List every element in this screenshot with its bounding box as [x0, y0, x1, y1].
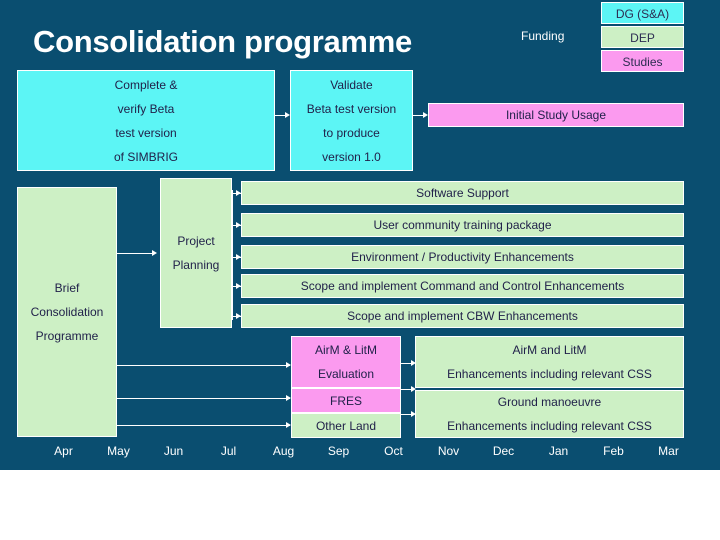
connector-line [117, 253, 155, 254]
connector-line [117, 398, 290, 399]
box-airm-litm-enhancements: AirM and LitM Enhancements including rel… [415, 336, 684, 388]
legend-item-dep: DEP [601, 26, 684, 48]
month-label-aug: Aug [272, 444, 295, 458]
page-title: Consolidation programme [33, 24, 412, 59]
month-label-jul: Jul [220, 444, 237, 458]
box-complete-verify-simbrig: Complete & verify Beta test version of S… [17, 70, 275, 171]
box-airm-litm-evaluation: AirM & LitM Evaluation [291, 336, 401, 388]
month-label-jun: Jun [163, 444, 184, 458]
box-brief-consolidation-programme: Brief Consolidation Programme [17, 187, 117, 437]
box-line: Brief [54, 281, 80, 295]
box-ground-manoeuvre-enhancements: Ground manoeuvre Enhancements including … [415, 390, 684, 438]
connector-line [117, 425, 290, 426]
legend-item-dg-sa: DG (S&A) [601, 2, 684, 24]
bar-user-community-training-package: User community training package [241, 213, 684, 237]
month-label-nov: Nov [437, 444, 460, 458]
month-label-mar: Mar [658, 444, 679, 458]
legend-item-studies: Studies [601, 50, 684, 72]
box-project-planning: Project Planning [160, 178, 232, 328]
connector-arrow [152, 249, 157, 256]
box-line: Ground manoeuvre [497, 395, 602, 409]
footer-bar: [dstl] 15 September 2020 © Dstl 2003 EDS… [0, 470, 720, 540]
funding-legend: DG (S&A) DEP Studies [601, 2, 684, 74]
box-line: version 1.0 [322, 149, 381, 164]
box-line: Evaluation [317, 367, 375, 381]
box-other-land: Other Land [291, 413, 401, 438]
bar-cbw-enhancements: Scope and implement CBW Enhancements [241, 304, 684, 328]
month-label-oct: Oct [384, 444, 403, 458]
month-label-may: May [107, 444, 130, 458]
box-line: AirM & LitM [314, 343, 377, 357]
box-line: verify Beta [117, 101, 175, 116]
box-line: AirM and LitM [512, 343, 587, 357]
box-line: test version [115, 125, 177, 140]
box-line: Enhancements including relevant CSS [447, 419, 652, 433]
month-label-dec: Dec [492, 444, 515, 458]
connector-line [232, 190, 233, 320]
connector-line [117, 365, 290, 366]
box-line: Complete & [114, 77, 178, 92]
box-line: Project [177, 234, 215, 248]
month-label-apr: Apr [54, 444, 73, 458]
box-line: Planning [172, 258, 220, 272]
bar-initial-study-usage: Initial Study Usage [428, 103, 684, 127]
funding-label: Funding [521, 29, 565, 43]
slide-canvas: Consolidation programme Funding DG (S&A)… [0, 0, 720, 540]
box-validate-beta-version: Validate Beta test version to produce ve… [290, 70, 413, 171]
box-line: to produce [323, 125, 380, 140]
month-label-sep: Sep [327, 444, 350, 458]
box-line: Beta test version [306, 101, 397, 116]
box-line: Enhancements including relevant CSS [447, 367, 652, 381]
box-line: of SIMBRIG [113, 149, 178, 164]
month-label-jan: Jan [548, 444, 569, 458]
bar-command-and-control-enhancements: Scope and implement Command and Control … [241, 274, 684, 298]
bar-software-support: Software Support [241, 181, 684, 205]
timeline-month-axis: Apr May Jun Jul Aug Sep Oct Nov Dec Jan … [36, 444, 696, 462]
box-line: Validate [330, 77, 373, 92]
box-line: Programme [35, 329, 99, 343]
box-line: Consolidation [30, 305, 104, 319]
month-label-feb: Feb [603, 444, 624, 458]
bar-environment-productivity-enhancements: Environment / Productivity Enhancements [241, 245, 684, 269]
box-fres: FRES [291, 388, 401, 413]
